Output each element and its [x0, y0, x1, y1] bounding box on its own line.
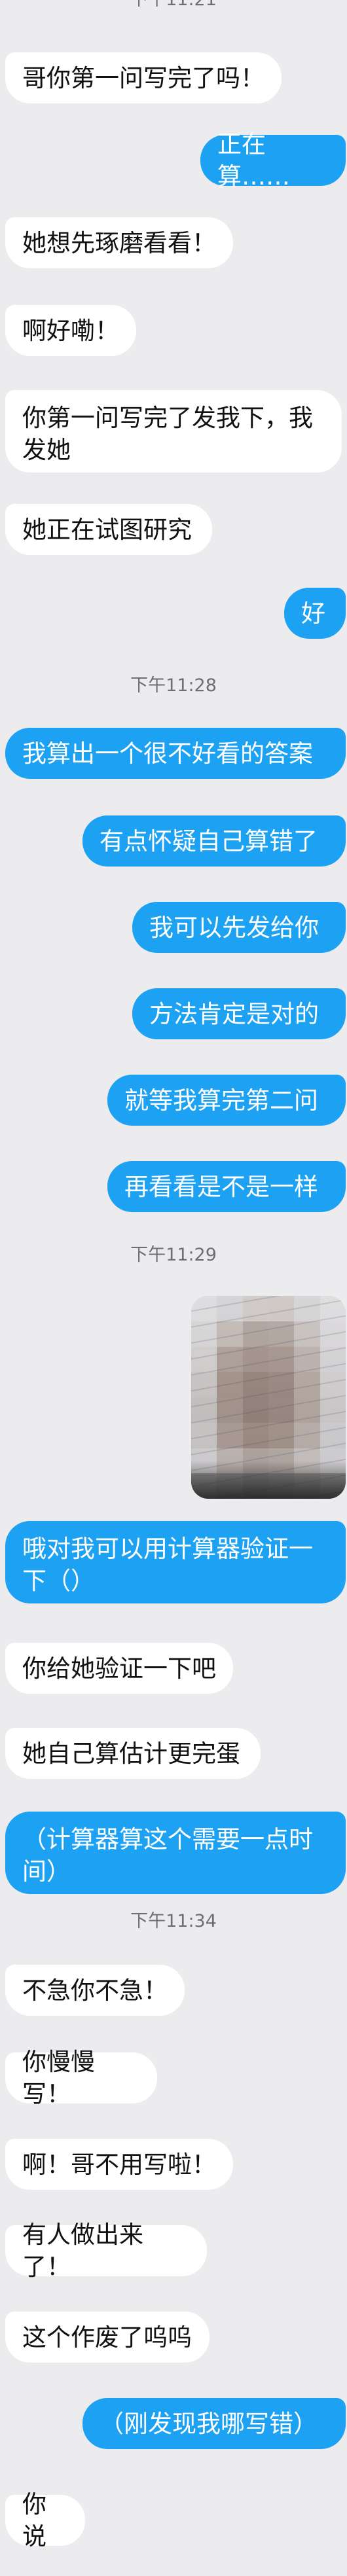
message-bubble-outgoing[interactable]: 就等我算完第二问	[107, 1075, 346, 1126]
message-bubble-incoming[interactable]: 哥你第一问写完了吗！	[5, 52, 282, 103]
message-bubble-outgoing[interactable]: （计算器算这个需要一点时间）	[5, 1812, 346, 1894]
message-bubble-outgoing[interactable]: 我可以先发给你	[132, 902, 346, 953]
message-bubble-outgoing[interactable]: 好	[284, 588, 346, 639]
message-bubble-incoming[interactable]: 啊好嘞！	[5, 305, 136, 356]
timestamp: 下午11:34	[130, 1911, 217, 1931]
message-bubble-incoming[interactable]: 有人做出来了！	[5, 2221, 207, 2281]
message-bubble-incoming[interactable]: 她想先琢磨看看！	[5, 217, 233, 268]
message-bubble-incoming[interactable]: 她自己算估计更完蛋	[5, 1728, 261, 1779]
message-bubble-incoming[interactable]: 你说	[5, 2490, 85, 2550]
message-bubble-outgoing[interactable]: （刚发现我哪写错）	[82, 2398, 346, 2449]
timestamp: 下午11:29	[130, 1245, 217, 1265]
message-bubble-outgoing[interactable]: 再看看是不是一样	[107, 1161, 346, 1212]
message-bubble-outgoing[interactable]: 哦对我可以用计算器验证一下（）	[5, 1521, 346, 1603]
timestamp: 下午11:28	[130, 675, 217, 696]
message-bubble-outgoing[interactable]: 我算出一个很不好看的答案	[5, 728, 346, 779]
timestamp: 下午11:21	[0, 0, 347, 12]
message-bubble-outgoing[interactable]: 正在算……	[200, 130, 346, 190]
message-bubble-incoming[interactable]: 你第一问写完了发我下，我发她	[5, 390, 342, 473]
message-bubble-incoming[interactable]: 这个作废了呜呜	[5, 2312, 210, 2363]
message-bubble-incoming[interactable]: 啊！哥不用写啦！	[5, 2139, 233, 2190]
message-bubble-incoming[interactable]: 她正在试图研究	[5, 504, 212, 555]
photo-shadow	[191, 1461, 346, 1499]
message-bubble-incoming[interactable]: 不急你不急！	[5, 1965, 185, 2016]
shared-photo-pixelated[interactable]	[191, 1296, 346, 1499]
message-bubble-incoming[interactable]: 你慢慢写！	[5, 2048, 157, 2108]
message-bubble-outgoing[interactable]: 方法肯定是对的	[132, 988, 346, 1039]
chat-thread: 下午11:21 哥你第一问写完了吗！ 正在算…… 她想先琢磨看看！ 啊好嘞！ 你…	[0, 0, 347, 2576]
message-bubble-outgoing[interactable]: 有点怀疑自己算错了	[82, 815, 346, 867]
message-bubble-incoming[interactable]: 你给她验证一下吧	[5, 1643, 233, 1694]
